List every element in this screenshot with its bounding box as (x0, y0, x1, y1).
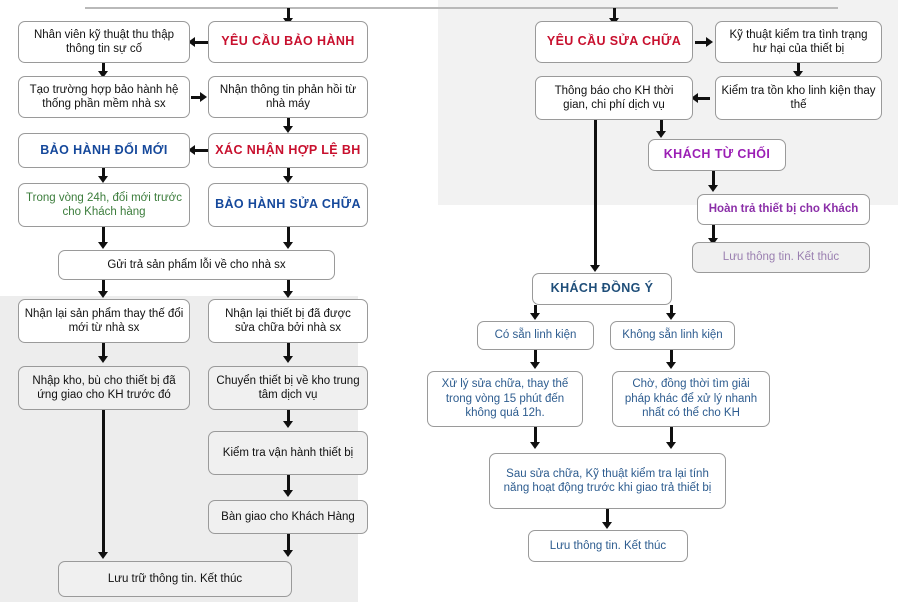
connector-r4-to-r3 (697, 97, 710, 100)
node-label: Lưu thông tin. Kết thúc (549, 539, 667, 552)
node-technician-collects-info[interactable]: Nhân viên kỹ thuật thu thập thông tin sự… (18, 21, 190, 63)
node-parts-available[interactable]: Có sẵn linh kiện (477, 321, 594, 350)
arrowhead-n8-to-n9 (283, 242, 293, 249)
node-warranty-repair[interactable]: BẢO HÀNH SỬA CHỮA (208, 183, 368, 227)
node-technician-inspect-damage[interactable]: Kỹ thuật kiểm tra tình trạng hư hại của … (715, 21, 882, 63)
node-replace-within-24h[interactable]: Trong vòng 24h, đổi mới trước cho Khách … (18, 183, 190, 227)
node-stock-in-compensate[interactable]: Nhập kho, bù cho thiết bị đã ứng giao ch… (18, 366, 190, 410)
arrowhead-r8-to-r10 (666, 313, 676, 320)
arrowhead-n7-to-n9 (98, 242, 108, 249)
arrowhead-n13-to-n14 (283, 421, 293, 428)
node-handover-to-customer[interactable]: Bàn giao cho Khách Hàng (208, 500, 368, 534)
node-return-device-to-customer[interactable]: Hoàn trả thiết bị cho Khách (697, 194, 870, 225)
node-label: KHÁCH TỪ CHỐI (663, 147, 771, 162)
arrowhead-n4-to-n6 (283, 126, 293, 133)
arrowhead-r10-to-r12 (666, 362, 676, 369)
node-label: Lưu trữ thông tin. Kết thúc (107, 572, 243, 585)
node-label: Nhập kho, bù cho thiết bị đã ứng giao ch… (32, 374, 176, 401)
arrowhead-n15-to-n16 (283, 550, 293, 557)
arrowhead-r5-to-r6 (708, 185, 718, 192)
arrowhead-n14-to-n15 (283, 490, 293, 497)
arrowhead-r8-to-r9 (530, 313, 540, 320)
node-post-repair-recheck[interactable]: Sau sửa chữa, Kỹ thuật kiểm tra lại tính… (489, 453, 726, 509)
node-label: Hoàn trả thiết bị cho Khách (708, 203, 859, 216)
node-check-parts-stock[interactable]: Kiểm tra tồn kho linh kiện thay thế (715, 76, 882, 120)
arrowhead-n9-to-n10 (98, 291, 108, 298)
arrowhead-r11-to-r13 (530, 442, 540, 449)
node-store-info-end-left[interactable]: Lưu trữ thông tin. Kết thúc (58, 561, 292, 597)
node-label: BẢO HÀNH SỬA CHỮA (215, 197, 361, 212)
connector-n2-to-n1 (195, 41, 208, 44)
node-confirm-warranty-valid[interactable]: XÁC NHẬN HỢP LỆ BH (208, 133, 368, 168)
arrowhead-n5-to-n7 (98, 176, 108, 183)
node-receive-factory-feedback[interactable]: Nhận thông tin phản hồi từ nhà máy (208, 76, 368, 118)
node-receive-repaired-device[interactable]: Nhận lại thiết bị đã được sửa chữa bởi n… (208, 299, 368, 343)
node-label: Tạo trường hợp bảo hành hệ thống phần mề… (29, 83, 179, 110)
node-store-info-end-right[interactable]: Lưu thông tin. Kết thúc (528, 530, 688, 562)
node-label: BẢO HÀNH ĐỔI MỚI (40, 142, 168, 157)
node-label: Nhận lại sản phẩm thay thế đổi mới từ nh… (24, 307, 184, 334)
node-label: Kiểm tra tồn kho linh kiện thay thế (721, 84, 876, 111)
top-divider-rule (85, 7, 838, 9)
node-check-device-operation[interactable]: Kiểm tra vận hành thiết bị (208, 431, 368, 475)
node-label: Chờ, đồng thời tìm giải pháp khác để xử … (624, 378, 758, 420)
node-warranty-request[interactable]: YÊU CẦU BẢO HÀNH (208, 21, 368, 63)
node-label: Nhận lại thiết bị đã được sửa chữa bởi n… (225, 307, 351, 334)
node-label: Trong vòng 24h, đổi mới trước cho Khách … (26, 191, 182, 218)
node-return-defective-product[interactable]: Gửi trả sản phẩm lỗi về cho nhà sx (58, 250, 335, 280)
arrowhead-n6-to-n8 (283, 176, 293, 183)
arrowhead-n3-to-n4 (200, 92, 207, 102)
node-store-info-end-declined[interactable]: Lưu thông tin. Kết thúc (692, 242, 870, 273)
arrowhead-r3-to-r5 (656, 131, 666, 138)
node-parts-unavailable[interactable]: Không sẵn linh kiện (610, 321, 735, 350)
node-label: YÊU CẦU SỬA CHỮA (546, 34, 682, 49)
node-label: Nhận thông tin phản hồi từ nhà máy (219, 83, 357, 110)
arrowhead-n10-to-n12 (98, 356, 108, 363)
arrowhead-n12-to-n16 (98, 552, 108, 559)
node-label: KHÁCH ĐỒNG Ý (550, 281, 654, 296)
node-label: Gửi trả sản phẩm lỗi về cho nhà sx (107, 258, 286, 271)
node-repair-within-time[interactable]: Xử lý sửa chữa, thay thế trong vòng 15 p… (427, 371, 583, 427)
arrowhead-r1-to-r2 (706, 37, 713, 47)
node-label: Không sẵn linh kiện (622, 329, 723, 342)
connector-n6-to-n5 (195, 149, 208, 152)
node-move-device-to-warehouse[interactable]: Chuyển thiết bị về kho trung tâm dịch vụ (208, 366, 368, 410)
node-label: Có sẵn linh kiện (494, 329, 577, 342)
node-label: Chuyển thiết bị về kho trung tâm dịch vụ (216, 374, 360, 401)
node-customer-agrees[interactable]: KHÁCH ĐỒNG Ý (532, 273, 672, 305)
arrowhead-r9-to-r11 (530, 362, 540, 369)
node-label: YÊU CẦU BẢO HÀNH (221, 34, 355, 49)
node-label: Lưu thông tin. Kết thúc (722, 251, 840, 264)
node-repair-request[interactable]: YÊU CẦU SỬA CHỮA (535, 21, 693, 63)
node-label: Sau sửa chữa, Kỹ thuật kiểm tra lại tính… (503, 467, 712, 494)
node-notify-customer-time-cost[interactable]: Thông báo cho KH thời gian, chi phí dịch… (535, 76, 693, 120)
node-warranty-replacement[interactable]: BẢO HÀNH ĐỔI MỚI (18, 133, 190, 168)
node-create-warranty-case[interactable]: Tạo trường hợp bảo hành hệ thống phần mề… (18, 76, 190, 118)
node-label: XÁC NHẬN HỢP LỆ BH (215, 142, 361, 157)
connector-r3-to-r8 (594, 120, 597, 268)
arrowhead-r13-to-r14 (602, 522, 612, 529)
arrowhead-n9-to-n11 (283, 291, 293, 298)
node-label: Thông báo cho KH thời gian, chi phí dịch… (554, 84, 674, 111)
flowchart-canvas: Nhân viên kỹ thuật thu thập thông tin sự… (0, 0, 900, 615)
node-customer-declines[interactable]: KHÁCH TỪ CHỐI (648, 139, 786, 171)
node-label: Xử lý sửa chữa, thay thế trong vòng 15 p… (441, 378, 569, 420)
node-label: Nhân viên kỹ thuật thu thập thông tin sự… (33, 28, 174, 55)
arrowhead-n11-to-n13 (283, 356, 293, 363)
node-receive-replacement-product[interactable]: Nhận lại sản phẩm thay thế đổi mới từ nh… (18, 299, 190, 343)
node-label: Kiểm tra vận hành thiết bị (222, 446, 354, 459)
arrowhead-r12-to-r13 (666, 442, 676, 449)
connector-n12-to-n16 (102, 410, 105, 555)
arrowhead-r3-to-r8 (590, 265, 600, 272)
node-label: Bàn giao cho Khách Hàng (221, 510, 355, 523)
node-label: Kỹ thuật kiểm tra tình trạng hư hại của … (729, 28, 868, 55)
node-wait-find-alternative[interactable]: Chờ, đồng thời tìm giải pháp khác để xử … (612, 371, 770, 427)
